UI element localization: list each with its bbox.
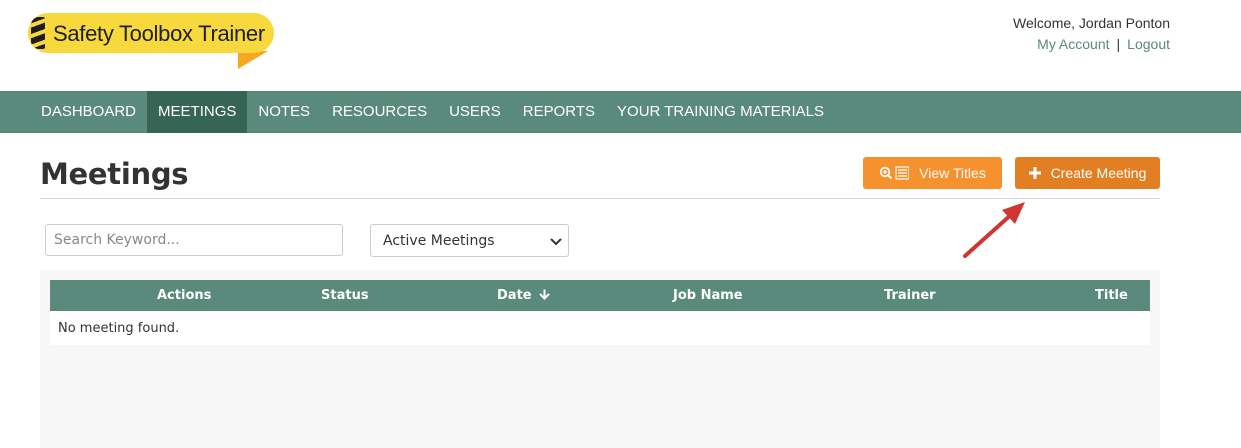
column-header-date[interactable]: Date xyxy=(497,288,550,303)
plus-icon xyxy=(1028,167,1041,179)
view-titles-button[interactable]: View Titles xyxy=(863,157,1002,189)
my-account-link[interactable]: My Account xyxy=(1037,36,1109,52)
select-value: Active Meetings xyxy=(383,233,495,249)
column-header-title[interactable]: Title xyxy=(1095,288,1128,303)
brand-logo[interactable]: Safety Toolbox Trainer xyxy=(28,13,274,69)
column-header-status[interactable]: Status xyxy=(321,288,369,303)
table-row: No meeting found. xyxy=(50,311,1150,345)
link-separator: | xyxy=(1116,36,1121,52)
meeting-status-select[interactable]: Active Meetings xyxy=(370,224,569,257)
column-header-date-label: Date xyxy=(497,288,532,303)
create-meeting-button[interactable]: Create Meeting xyxy=(1015,157,1160,189)
welcome-text: Welcome, Jordan Ponton xyxy=(1013,15,1170,31)
nav-item-notes[interactable]: NOTES xyxy=(247,91,321,133)
page-title: Meetings xyxy=(40,157,189,191)
logout-link[interactable]: Logout xyxy=(1127,36,1170,52)
account-links: My Account | Logout xyxy=(1037,36,1170,52)
nav-item-users[interactable]: USERS xyxy=(438,91,512,133)
table-header: Actions Status Date Job Name Trainer Tit… xyxy=(50,280,1150,311)
brand-name: Safety Toolbox Trainer xyxy=(53,21,265,46)
main-nav: DASHBOARD MEETINGS NOTES RESOURCES USERS… xyxy=(0,91,1241,133)
logo-speech-tail xyxy=(238,51,268,69)
search-input[interactable] xyxy=(45,224,343,256)
nav-item-training-materials[interactable]: YOUR TRAINING MATERIALS xyxy=(606,91,835,133)
column-header-trainer[interactable]: Trainer xyxy=(884,288,936,303)
nav-item-resources[interactable]: RESOURCES xyxy=(321,91,438,133)
search-list-icon xyxy=(879,166,910,180)
view-titles-label: View Titles xyxy=(919,165,986,181)
column-header-job-name[interactable]: Job Name xyxy=(673,288,743,303)
arrow-down-icon xyxy=(539,289,550,300)
empty-table-message: No meeting found. xyxy=(58,321,180,336)
annotation-arrow-icon xyxy=(963,202,1025,258)
chevron-down-icon xyxy=(550,235,562,251)
nav-item-reports[interactable]: REPORTS xyxy=(512,91,606,133)
nav-item-dashboard[interactable]: DASHBOARD xyxy=(30,91,147,133)
create-meeting-label: Create Meeting xyxy=(1050,165,1147,181)
column-header-actions: Actions xyxy=(157,288,212,303)
logo-hazard-stripes-icon xyxy=(31,17,45,49)
nav-item-meetings[interactable]: MEETINGS xyxy=(147,91,248,133)
